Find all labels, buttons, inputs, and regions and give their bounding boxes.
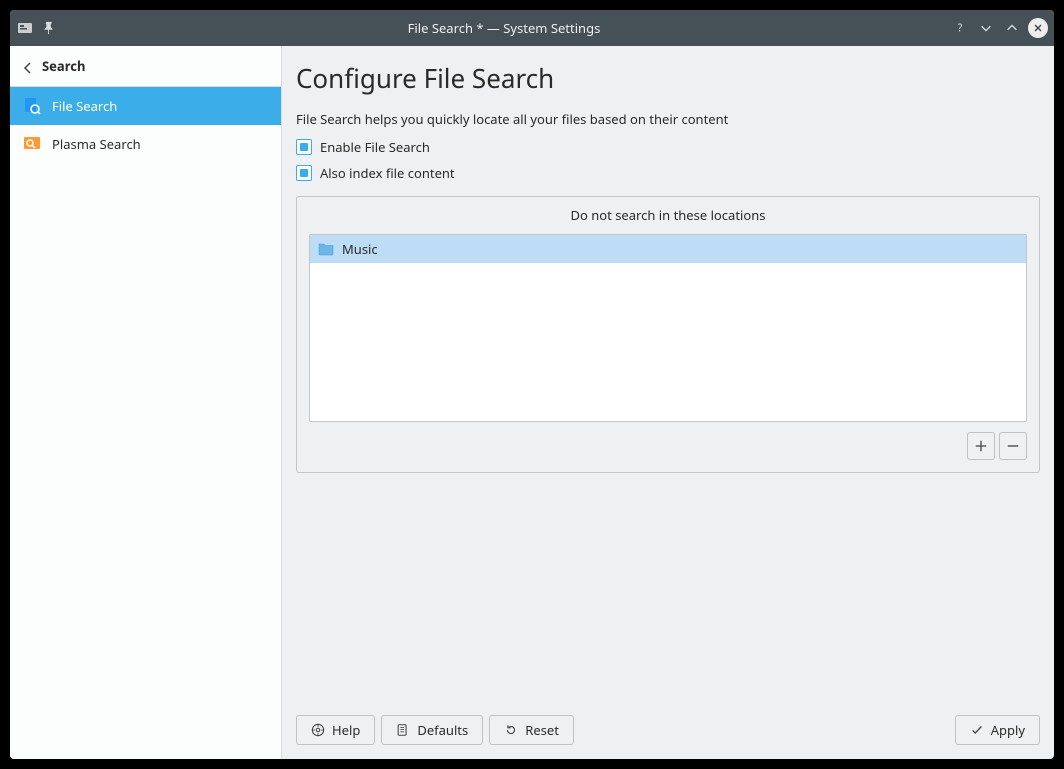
sidebar-item-label: Plasma Search <box>52 135 141 153</box>
list-item[interactable]: Music <box>310 235 1026 263</box>
window: File Search * — System Settings ? <box>10 10 1054 759</box>
titlebar-right: ? <box>950 18 1048 38</box>
checkbox-enable[interactable] <box>296 139 312 155</box>
minimize-icon[interactable] <box>976 18 996 38</box>
exclusion-group: Do not search in these locations Music <box>296 196 1040 473</box>
file-search-icon <box>22 96 42 116</box>
page-title: Configure File Search <box>296 60 1040 96</box>
apply-button-label: Apply <box>991 721 1025 739</box>
sidebar: Search File Search Plasma Search <box>10 46 282 759</box>
sidebar-item-plasma-search[interactable]: Plasma Search <box>10 125 281 163</box>
footer: Help Defaults Reset Apply <box>296 705 1040 745</box>
plasma-search-icon <box>22 134 42 154</box>
sidebar-item-label: File Search <box>52 97 117 115</box>
defaults-button[interactable]: Defaults <box>381 715 483 745</box>
exclusion-list[interactable]: Music <box>309 234 1027 422</box>
sidebar-item-file-search[interactable]: File Search <box>10 87 281 125</box>
window-title: File Search * — System Settings <box>58 19 950 37</box>
body: Search File Search Plasma Search <box>10 46 1054 759</box>
apply-button[interactable]: Apply <box>955 715 1040 745</box>
app-icon <box>16 19 34 37</box>
checkbox-index-content[interactable] <box>296 165 312 181</box>
chevron-left-icon <box>22 60 34 72</box>
defaults-button-label: Defaults <box>417 721 468 739</box>
exclusion-buttons <box>309 432 1027 460</box>
exclusion-title: Do not search in these locations <box>309 197 1027 234</box>
checkbox-index-row: Also index file content <box>296 164 1040 182</box>
help-button-label: Help <box>332 721 360 739</box>
svg-text:?: ? <box>958 22 963 36</box>
titlebar-left <box>16 19 58 37</box>
checkbox-enable-row: Enable File Search <box>296 138 1040 156</box>
footer-spacer <box>580 715 949 745</box>
close-icon[interactable] <box>1028 18 1048 38</box>
checkbox-index-label[interactable]: Also index file content <box>320 164 455 182</box>
spacer <box>296 473 1040 705</box>
reset-button[interactable]: Reset <box>489 715 574 745</box>
remove-location-button[interactable] <box>999 432 1027 460</box>
checkbox-enable-label[interactable]: Enable File Search <box>320 138 430 156</box>
sidebar-items: File Search Plasma Search <box>10 87 281 163</box>
reset-button-label: Reset <box>525 721 559 739</box>
pin-icon[interactable] <box>40 19 58 37</box>
page-description: File Search helps you quickly locate all… <box>296 110 1040 128</box>
sidebar-header-label: Search <box>42 57 85 75</box>
help-button[interactable]: Help <box>296 715 375 745</box>
sidebar-back[interactable]: Search <box>10 46 281 87</box>
main: Configure File Search File Search helps … <box>282 46 1054 759</box>
maximize-icon[interactable] <box>1002 18 1022 38</box>
add-location-button[interactable] <box>967 432 995 460</box>
titlebar: File Search * — System Settings ? <box>10 10 1054 46</box>
list-item-label: Music <box>342 240 378 258</box>
help-icon[interactable]: ? <box>950 18 970 38</box>
folder-icon <box>318 242 334 256</box>
